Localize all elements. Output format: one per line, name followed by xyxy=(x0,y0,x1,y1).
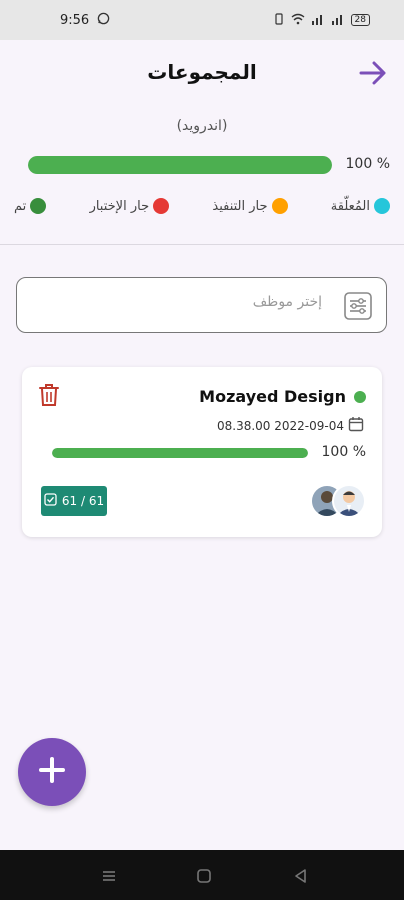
legend-label: جار الإختبار xyxy=(89,198,150,214)
overall-progress: 100 % xyxy=(28,156,390,174)
status-bar: 9:56 28 xyxy=(0,0,404,40)
group-date: 08.38.00 2022-09-04 xyxy=(217,418,344,433)
arrow-right-icon[interactable] xyxy=(358,60,388,86)
app-header: المجموعات xyxy=(0,40,404,104)
system-nav-bar xyxy=(0,850,404,900)
legend-item-testing: جار الإختبار xyxy=(90,196,170,216)
tasks-count-badge: 61 / 61 xyxy=(41,486,107,516)
legend-dot xyxy=(153,198,170,214)
group-progress: 100 % xyxy=(52,444,366,462)
legend-label: جار التنفيذ xyxy=(212,198,268,214)
legend-label: تم xyxy=(14,198,27,214)
group-progress-label: 100 % xyxy=(321,444,366,460)
overall-progress-fill xyxy=(28,156,332,174)
home-icon[interactable] xyxy=(195,867,213,885)
legend-dot xyxy=(374,198,390,214)
tasks-count: 61 / 61 xyxy=(61,494,105,508)
wifi-icon xyxy=(291,13,305,28)
calendar-icon xyxy=(348,416,364,435)
legend-item-in-progress: جار التنفيذ xyxy=(212,196,288,216)
group-date-row: 08.38.00 2022-09-04 xyxy=(217,416,364,435)
group-progress-track xyxy=(52,448,308,458)
status-legend: المُعلّقة جار التنفيذ جار الإختبار تم xyxy=(14,196,390,216)
add-group-button[interactable] xyxy=(18,738,86,806)
group-status-dot xyxy=(354,390,366,403)
legend-dot xyxy=(30,198,47,214)
project-subtitle: (اندرويد) xyxy=(176,118,228,134)
legend-label: المُعلّقة xyxy=(330,198,370,214)
signal-icon-2 xyxy=(331,13,345,28)
plus-icon xyxy=(37,755,67,789)
overall-progress-track xyxy=(28,156,332,174)
group-progress-fill xyxy=(52,448,308,458)
battery-icon: 28 xyxy=(350,14,370,26)
trash-icon[interactable] xyxy=(38,383,60,407)
signal-icon xyxy=(311,13,325,28)
employee-search-field[interactable]: إختر موظف xyxy=(16,277,387,333)
group-title-row: Mozayed Design xyxy=(199,387,366,406)
legend-item-done: تم xyxy=(14,196,47,216)
divider xyxy=(0,244,404,245)
member-avatars[interactable] xyxy=(310,484,366,518)
legend-dot xyxy=(271,198,288,214)
avatar xyxy=(332,484,366,518)
status-time: 9:56 xyxy=(60,12,90,28)
recent-apps-icon[interactable] xyxy=(100,867,118,885)
filter-icon[interactable] xyxy=(342,290,374,322)
group-name: Mozayed Design xyxy=(199,387,346,406)
vibrate-icon xyxy=(273,12,285,28)
back-icon[interactable] xyxy=(292,867,310,885)
group-card[interactable]: Mozayed Design 08.38.00 2022-09-04 100 %… xyxy=(22,367,382,537)
checkbox-icon xyxy=(44,493,57,509)
page-title: المجموعات xyxy=(147,60,257,84)
whatsapp-icon xyxy=(97,12,110,29)
employee-search-placeholder: إختر موظف xyxy=(252,294,322,310)
legend-item-pending: المُعلّقة xyxy=(331,196,390,216)
overall-progress-label: 100 % xyxy=(345,156,390,172)
